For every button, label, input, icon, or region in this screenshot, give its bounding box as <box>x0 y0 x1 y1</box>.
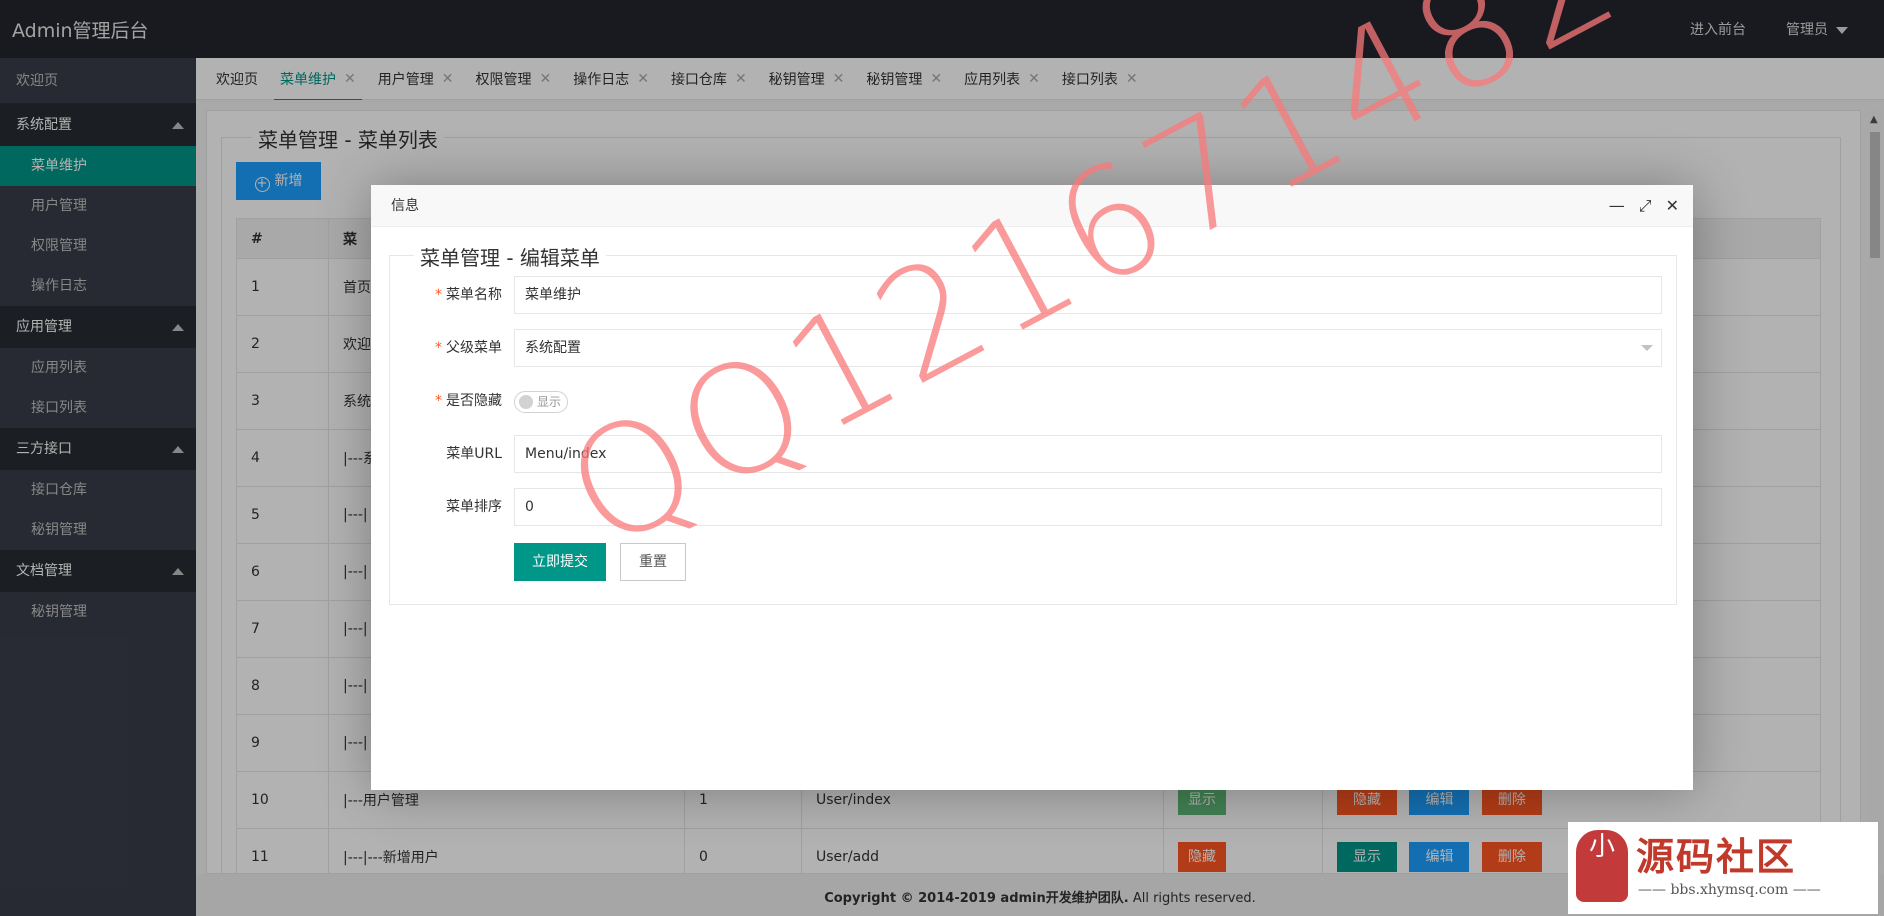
menu-url-label: 菜单URL <box>446 446 502 462</box>
badge-title: 源码社区 <box>1636 835 1797 879</box>
required-mark: * <box>435 287 442 303</box>
menu-sort-input[interactable]: 0 <box>514 488 1662 526</box>
minimize-icon[interactable]: — <box>1609 185 1625 227</box>
menu-name-input[interactable]: 菜单维护 <box>514 276 1662 314</box>
menu-url-input[interactable]: Menu/index <box>514 435 1662 473</box>
site-badge: 小 源码社区 —— bbs.xhymsq.com —— <box>1568 822 1878 914</box>
menu-sort-label: 菜单排序 <box>446 499 502 515</box>
close-icon[interactable]: ✕ <box>1666 185 1679 227</box>
parent-menu-select[interactable]: 系统配置 <box>514 329 1662 367</box>
seal-logo: 小 <box>1576 830 1628 902</box>
toggle-knob <box>519 395 533 409</box>
field-row-parent: * 父级菜单 系统配置 <box>390 329 1678 367</box>
menu-name-label: * 菜单名称 <box>390 276 502 314</box>
select-value: 系统配置 <box>525 340 581 356</box>
badge-url: —— bbs.xhymsq.com —— <box>1638 882 1821 898</box>
edit-menu-fieldset: 菜单管理 - 编辑菜单 * 菜单名称 菜单维护 * 父级菜单 系统配置 * 是否隐藏 … <box>389 242 1678 605</box>
hidden-toggle[interactable]: 显示 <box>514 391 568 413</box>
field-row-sort: 菜单排序 0 <box>390 488 1678 526</box>
chevron-down-icon <box>1641 345 1653 351</box>
dialog-tools: — ⤢ ✕ <box>1609 185 1679 227</box>
required-mark: * <box>435 340 442 356</box>
field-label: 是否隐藏 <box>446 393 502 409</box>
edit-menu-dialog: 信息 — ⤢ ✕ 菜单管理 - 编辑菜单 * 菜单名称 菜单维护 * 父级菜单 系统… <box>371 185 1693 790</box>
hidden-label: * 是否隐藏 <box>390 382 502 420</box>
dialog-title: 信息 <box>391 198 419 214</box>
form-actions: 立即提交 重置 <box>390 543 1678 581</box>
reset-button[interactable]: 重置 <box>620 543 686 581</box>
field-row-hidden: * 是否隐藏 显示 <box>390 382 1678 420</box>
field-label: 菜单名称 <box>446 287 502 303</box>
field-row-name: * 菜单名称 菜单维护 <box>390 276 1678 314</box>
field-row-url: 菜单URL Menu/index <box>390 435 1678 473</box>
dialog-legend: 菜单管理 - 编辑菜单 <box>414 242 606 271</box>
field-label: 父级菜单 <box>446 340 502 356</box>
submit-button[interactable]: 立即提交 <box>514 543 606 581</box>
maximize-icon[interactable]: ⤢ <box>1639 185 1652 227</box>
required-mark: * <box>435 393 442 409</box>
toggle-text: 显示 <box>537 395 562 409</box>
dialog-header: 信息 — ⤢ ✕ <box>371 185 1693 227</box>
parent-menu-label: * 父级菜单 <box>390 329 502 367</box>
